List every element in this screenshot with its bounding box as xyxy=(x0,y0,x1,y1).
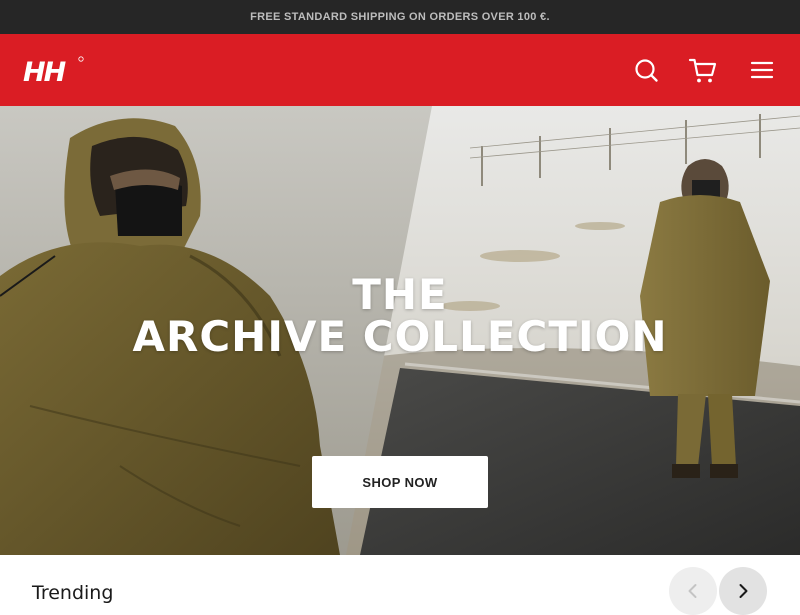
carousel-prev-button[interactable] xyxy=(669,567,717,615)
chevron-right-icon xyxy=(739,584,748,598)
brand-logo[interactable]: HH xyxy=(23,56,85,84)
menu-icon[interactable] xyxy=(746,54,778,86)
carousel-next-button[interactable] xyxy=(719,567,767,615)
hero-title-line2: ARCHIVE COLLECTION xyxy=(132,312,668,361)
search-icon[interactable] xyxy=(630,54,662,86)
promo-text: FREE STANDARD SHIPPING ON ORDERS OVER 10… xyxy=(250,11,550,23)
hero-banner: THE ARCHIVE COLLECTION SHOP NOW xyxy=(0,106,800,555)
shop-now-button[interactable]: SHOP NOW xyxy=(312,456,488,508)
site-header: HH xyxy=(0,34,800,106)
hero-title-line1: THE xyxy=(352,270,448,319)
hero-title: THE ARCHIVE COLLECTION xyxy=(0,274,800,358)
trending-section: Trending xyxy=(0,555,800,615)
chevron-left-icon xyxy=(688,584,697,598)
cart-icon[interactable] xyxy=(687,54,719,86)
promo-bar: FREE STANDARD SHIPPING ON ORDERS OVER 10… xyxy=(0,0,800,34)
trending-title: Trending xyxy=(32,582,114,604)
brand-logo-text: HH xyxy=(23,57,67,84)
